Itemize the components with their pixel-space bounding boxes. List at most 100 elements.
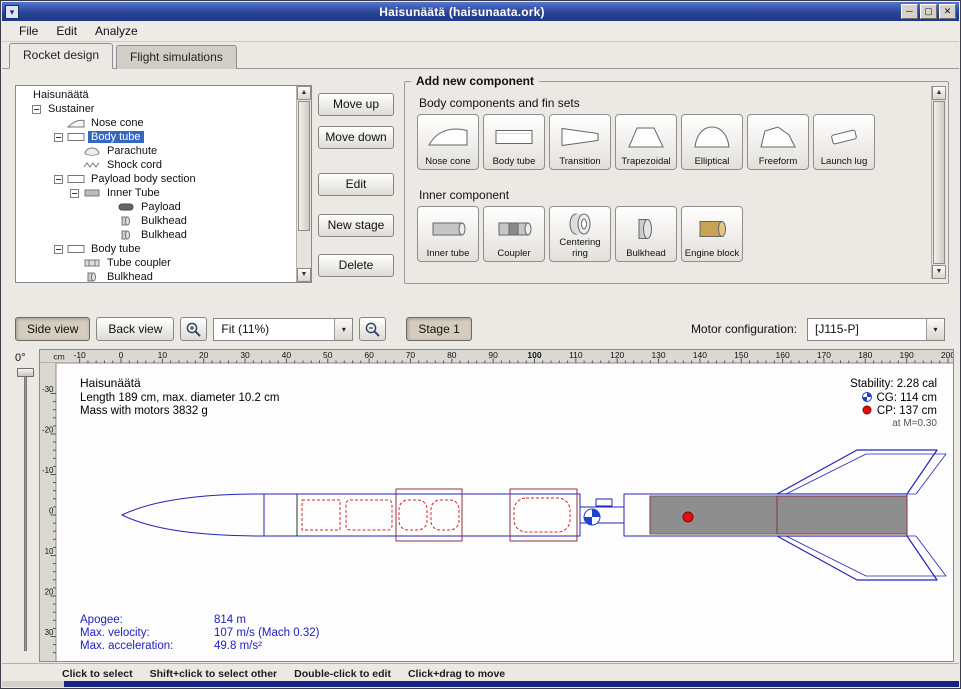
magnifier-minus-icon xyxy=(364,321,381,338)
minimize-button[interactable]: ─ xyxy=(901,4,918,19)
cp-legend-icon xyxy=(863,406,871,414)
component-panel-scrollbar[interactable]: ▲ ▼ xyxy=(931,86,946,279)
add-freeform-button[interactable]: Freeform xyxy=(747,114,809,170)
tree-item-bulkhead[interactable]: Bulkhead xyxy=(16,228,296,242)
rocket-diagram[interactable] xyxy=(122,450,946,580)
tree-scrollbar[interactable]: ▲ ▼ xyxy=(296,86,311,282)
tree-item-bulkhead[interactable]: Bulkhead xyxy=(16,214,296,228)
move-up-button[interactable]: Move up xyxy=(318,93,394,116)
close-button[interactable]: ✕ xyxy=(939,4,956,19)
move-down-button[interactable]: Move down xyxy=(318,126,394,149)
edit-button[interactable]: Edit xyxy=(318,173,394,196)
tree-item-payload[interactable]: Payload xyxy=(16,200,296,214)
freeform-icon xyxy=(756,118,800,157)
add-nose-cone-button[interactable]: Nose cone xyxy=(417,114,479,170)
status-hint: Click+drag to move xyxy=(408,668,505,680)
tree-item-payload-body-section[interactable]: Payload body section xyxy=(16,172,296,186)
chevron-down-icon[interactable]: ▾ xyxy=(334,319,352,340)
scrollbar-thumb[interactable] xyxy=(933,101,945,264)
add-launch-lug-button[interactable]: Launch lug xyxy=(813,114,875,170)
tab-flight-simulations[interactable]: Flight simulations xyxy=(116,45,237,69)
tree-item-shock-cord[interactable]: Shock cord xyxy=(16,158,296,172)
add-centering-ring-button[interactable]: Centering ring xyxy=(549,206,611,262)
zoom-out-button[interactable] xyxy=(359,317,386,341)
maximize-button[interactable]: ▢ xyxy=(920,4,937,19)
motor-configuration-label: Motor configuration: xyxy=(691,322,797,336)
tree-item-bulkhead[interactable]: Bulkhead xyxy=(16,270,296,283)
fin-top-shape[interactable] xyxy=(777,450,937,494)
delete-button[interactable]: Delete xyxy=(318,254,394,277)
menu-analyze[interactable]: Analyze xyxy=(86,22,147,40)
svg-text:140: 140 xyxy=(693,350,707,360)
scroll-up-icon[interactable]: ▲ xyxy=(297,86,311,100)
new-stage-button[interactable]: New stage xyxy=(318,214,394,237)
add-inner-tube-button[interactable]: Inner tube xyxy=(417,206,479,262)
tab-rocket-design[interactable]: Rocket design xyxy=(9,43,113,69)
scroll-down-icon[interactable]: ▼ xyxy=(932,265,946,279)
centering-ring-icon xyxy=(558,210,602,238)
tree-item-tube-coupler[interactable]: Tube coupler xyxy=(16,256,296,270)
scroll-down-icon[interactable]: ▼ xyxy=(297,268,311,282)
svg-text:120: 120 xyxy=(610,350,624,360)
rocket-canvas-area: 0° cm -100102030405060708090100110120130… xyxy=(9,349,954,662)
fin-bottom-shape[interactable] xyxy=(777,536,937,580)
window-menu-icon[interactable]: ▾ xyxy=(5,5,19,19)
add-coupler-button[interactable]: Coupler xyxy=(483,206,545,262)
nose-cone-shape[interactable] xyxy=(122,494,264,536)
zoom-in-button[interactable] xyxy=(180,317,207,341)
add-engine-block-button[interactable]: Engine block xyxy=(681,206,743,262)
svg-text:80: 80 xyxy=(447,350,457,360)
add-elliptical-button[interactable]: Elliptical xyxy=(681,114,743,170)
add-bulkhead-button[interactable]: Bulkhead xyxy=(615,206,677,262)
launch-lug-shape[interactable] xyxy=(596,499,612,506)
stage-1-toggle[interactable]: Stage 1 xyxy=(406,317,471,341)
back-view-button[interactable]: Back view xyxy=(96,317,174,341)
menu-edit[interactable]: Edit xyxy=(47,22,86,40)
body-tube-icon xyxy=(492,118,536,157)
svg-text:-10: -10 xyxy=(42,466,54,475)
tree-item-parachute[interactable]: Parachute xyxy=(16,144,296,158)
cp-marker-icon xyxy=(683,512,693,522)
add-body-tube-button[interactable]: Body tube xyxy=(483,114,545,170)
rocket-drawing[interactable]: cm -100102030405060708090100110120130140… xyxy=(39,349,954,662)
tree-expander-icon[interactable] xyxy=(54,175,63,184)
fin-far-bottom-shape[interactable] xyxy=(786,536,946,576)
fin-far-top-shape[interactable] xyxy=(786,454,946,494)
apogee-label: Apogee: xyxy=(80,614,123,626)
rotation-slider-handle[interactable] xyxy=(17,368,34,377)
stability-label: Stability: 2.28 cal xyxy=(850,378,937,390)
zoom-select[interactable]: Fit (11%) ▾ xyxy=(213,318,353,341)
menu-file[interactable]: File xyxy=(10,22,47,40)
chevron-down-icon[interactable]: ▾ xyxy=(926,319,944,340)
svg-text:100: 100 xyxy=(527,350,541,360)
tree-expander-icon[interactable] xyxy=(32,105,41,114)
tree-item-inner-tube[interactable]: Inner Tube xyxy=(16,186,296,200)
svg-text:200: 200 xyxy=(941,350,953,360)
tree-item-nose-cone[interactable]: Nose cone xyxy=(16,116,296,130)
motor-configuration-select[interactable]: [J115-P] ▾ xyxy=(807,318,945,341)
rotation-slider[interactable] xyxy=(24,373,27,651)
tree-item-haisunäätä[interactable]: Haisunäätä xyxy=(16,88,296,102)
side-view-button[interactable]: Side view xyxy=(15,317,90,341)
titlebar[interactable]: ▾ Haisunäätä (haisunaata.ork) ─ ▢ ✕ xyxy=(2,2,959,21)
view-toolbar: Side view Back view Fit (11%) ▾ Stage 1 … xyxy=(2,309,959,349)
tree-item-sustainer[interactable]: Sustainer xyxy=(16,102,296,116)
payload-icon xyxy=(117,202,135,212)
add-trapezoidal-button[interactable]: Trapezoidal xyxy=(615,114,677,170)
scroll-up-icon[interactable]: ▲ xyxy=(932,86,946,100)
bulkhead-icon xyxy=(83,272,101,282)
tree-item-body-tube[interactable]: Body tube xyxy=(16,130,296,144)
tree-expander-icon[interactable] xyxy=(54,245,63,254)
tree-expander-icon[interactable] xyxy=(70,189,79,198)
scrollbar-thumb[interactable] xyxy=(298,101,310,231)
tree-item-body-tube[interactable]: Body tube xyxy=(16,242,296,256)
add-transition-button[interactable]: Transition xyxy=(549,114,611,170)
vertical-ruler: -30-20-100102030 xyxy=(40,363,56,661)
inner-component-label: Inner component xyxy=(419,188,509,202)
cg-legend-icon xyxy=(863,393,872,402)
elliptical-icon xyxy=(690,118,734,157)
add-component-group: Add new component Body components and fi… xyxy=(404,81,949,284)
bulkhead-icon xyxy=(117,230,135,240)
tree-expander-icon[interactable] xyxy=(54,133,63,142)
inner-tube-icon xyxy=(426,210,470,249)
